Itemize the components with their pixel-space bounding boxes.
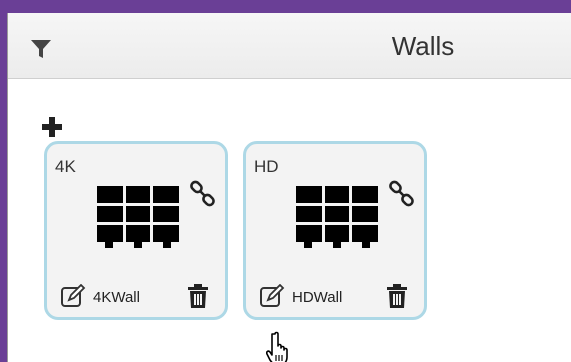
plus-icon[interactable] [41, 116, 63, 138]
wall-card[interactable]: HD HDWall [243, 141, 427, 320]
filter-icon[interactable] [28, 37, 54, 61]
video-wall-icon [91, 182, 185, 250]
trash-icon[interactable] [386, 283, 408, 309]
page-title: Walls [391, 31, 455, 61]
wall-name: 4KWall [93, 289, 140, 306]
wall-resolution-label: 4K [55, 157, 76, 176]
wall-card[interactable]: 4K 4KWall [44, 141, 228, 320]
link-icon[interactable] [189, 180, 217, 208]
link-icon[interactable] [388, 180, 416, 208]
wall-resolution-label: HD [254, 157, 279, 176]
wall-card-footer: 4KWall [47, 282, 225, 312]
edit-icon[interactable] [259, 283, 285, 308]
panel-header: Walls [8, 13, 571, 79]
trash-icon[interactable] [187, 283, 209, 309]
edit-icon[interactable] [60, 283, 86, 308]
wall-card-footer: HDWall [246, 282, 424, 312]
wall-name: HDWall [292, 289, 343, 306]
walls-panel: Walls 4K 4KWall HD HDWall [7, 13, 571, 362]
hand-cursor-icon [265, 331, 296, 362]
video-wall-icon [290, 182, 384, 250]
